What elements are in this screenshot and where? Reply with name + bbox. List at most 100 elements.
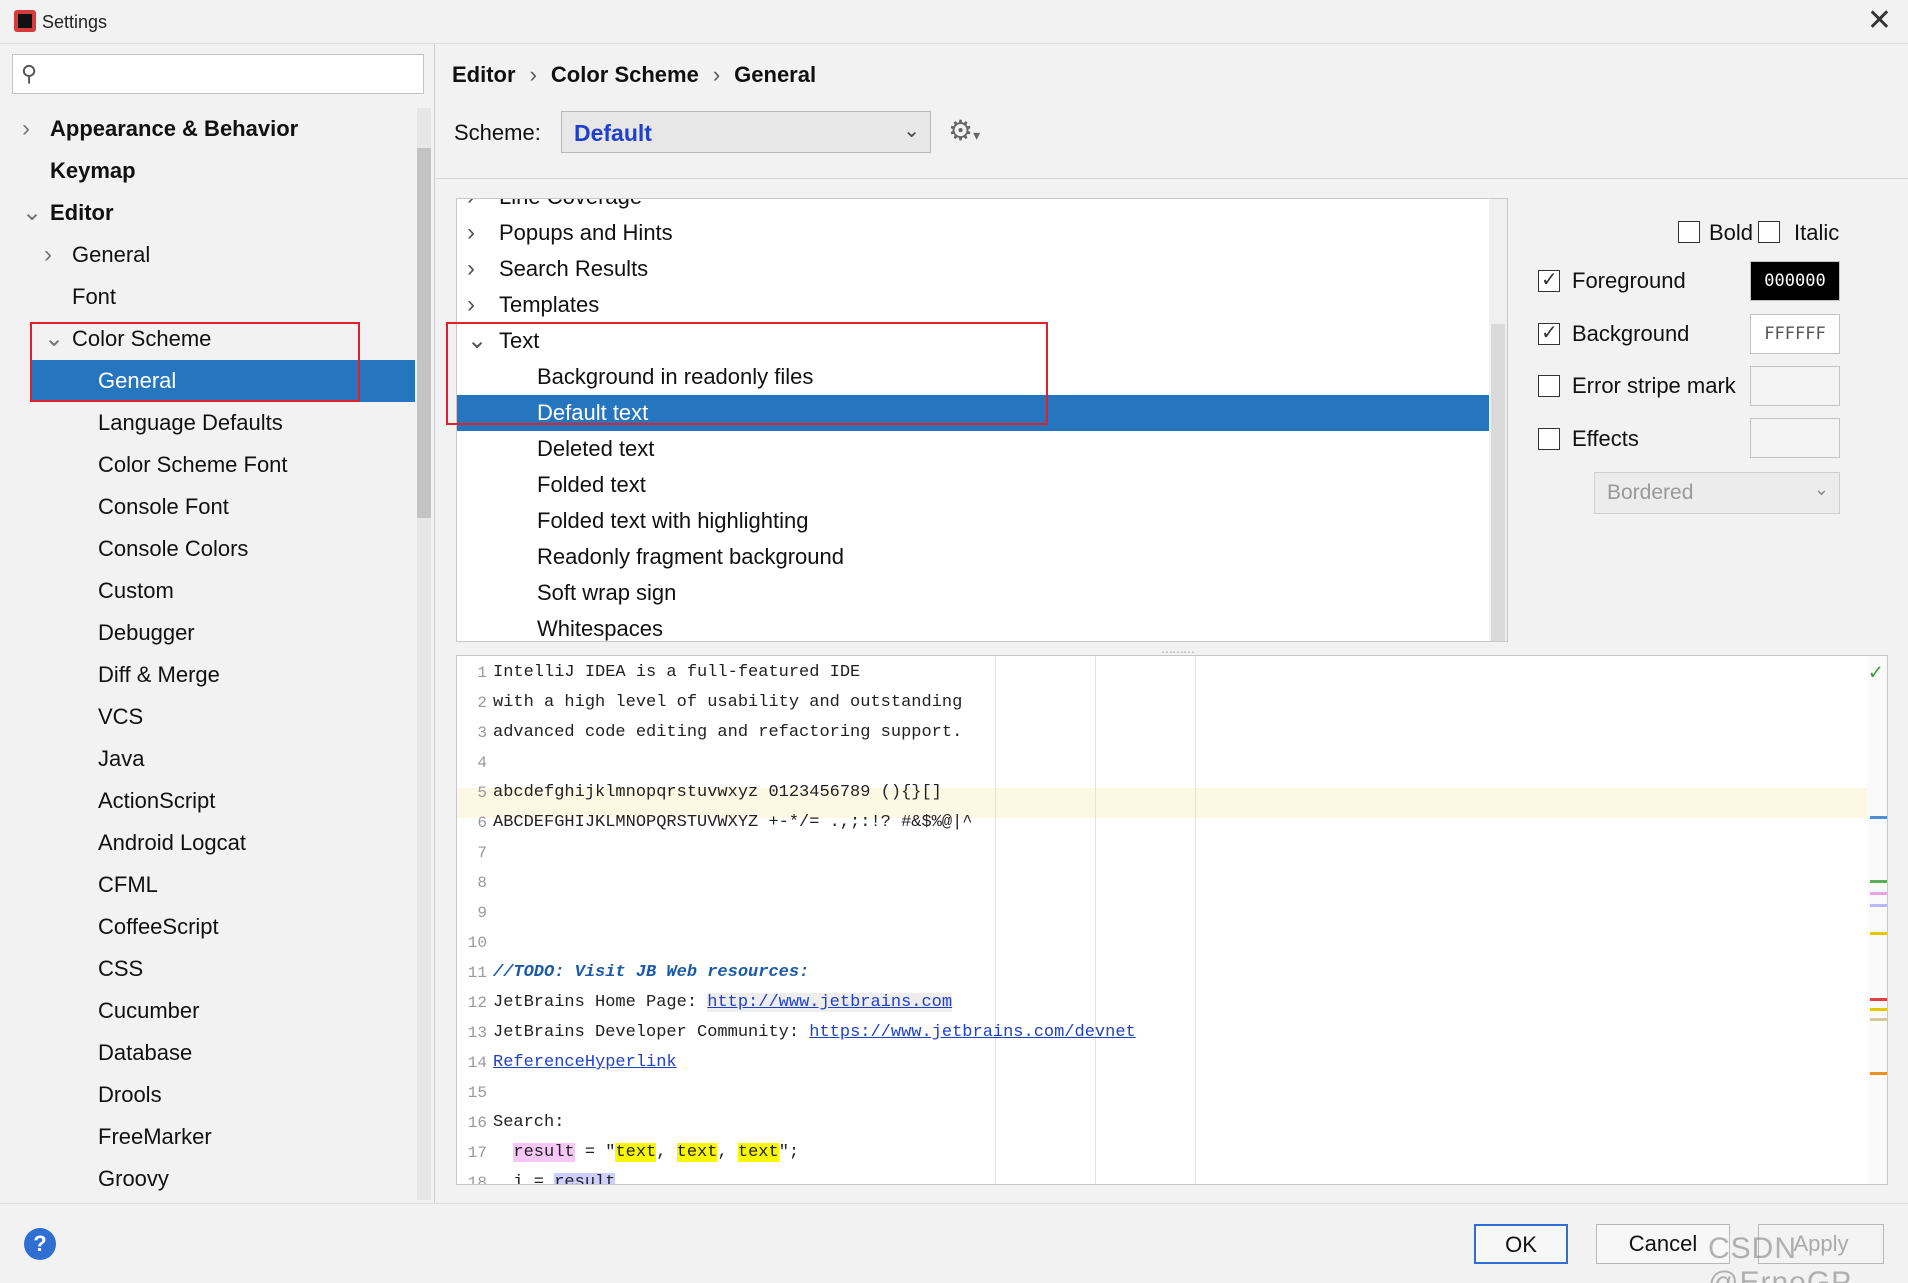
stripe-mark[interactable] <box>1870 998 1887 1001</box>
sidebar-scrollbar-thumb[interactable] <box>417 148 431 518</box>
attribute-item-label: Soft wrap sign <box>537 580 677 605</box>
breadcrumb-editor: Editor <box>452 62 516 87</box>
line-number: 17 <box>467 1144 487 1162</box>
sidebar-item-font[interactable]: Font <box>0 276 415 318</box>
background-color-swatch[interactable]: FFFFFF <box>1750 314 1840 354</box>
sidebar-item-groovy[interactable]: Groovy <box>0 1158 415 1198</box>
line-number: 3 <box>477 724 487 742</box>
sidebar-item-editor[interactable]: ⌄ Editor <box>0 192 415 234</box>
chevron-right-icon[interactable]: › <box>22 108 38 150</box>
chevron-right-icon[interactable]: › <box>467 215 475 251</box>
breadcrumb-color-scheme: Color Scheme <box>550 62 699 87</box>
sidebar-scrollbar[interactable] <box>417 108 431 1200</box>
chevron-right-icon[interactable]: › <box>467 287 475 323</box>
effects-checkbox[interactable] <box>1538 428 1560 450</box>
preview-editor[interactable]: 1 2 3 4 5 6 7 8 9 10 11 12 13 14 15 16 17 18 IntelliJ IDE… <box>456 655 1888 1185</box>
code-line: with a high level of usability and outst… <box>493 693 963 712</box>
sidebar-item-language-defaults[interactable]: Language Defaults <box>0 402 415 444</box>
sidebar-item-appearance-behavior[interactable]: › Appearance & Behavior <box>0 108 415 150</box>
attribute-item-folded-text-with-highlighting[interactable]: Folded text with highlighting <box>457 503 1489 539</box>
sidebar-item-css[interactable]: CSS <box>0 948 415 990</box>
sidebar-item-console-font[interactable]: Console Font <box>0 486 415 528</box>
sidebar-item-general[interactable]: › General <box>0 234 415 276</box>
sidebar-item-console-colors[interactable]: Console Colors <box>0 528 415 570</box>
sidebar-item-vcs[interactable]: VCS <box>0 696 415 738</box>
sidebar-item-custom[interactable]: Custom <box>0 570 415 612</box>
chevron-right-icon[interactable]: › <box>44 234 60 276</box>
sidebar-item-freemarker[interactable]: FreeMarker <box>0 1116 415 1158</box>
chevron-right-icon[interactable]: › <box>467 199 475 215</box>
code-line: ReferenceHyperlink <box>493 1048 677 1078</box>
attribute-item-soft-wrap-sign[interactable]: Soft wrap sign <box>457 575 1489 611</box>
help-icon[interactable]: ? <box>24 1228 56 1260</box>
stripe-mark[interactable] <box>1870 932 1887 935</box>
stripe-mark[interactable] <box>1870 816 1887 819</box>
scheme-value: Default <box>574 120 652 146</box>
gear-icon[interactable]: ⚙▾ <box>948 114 980 147</box>
sidebar-item-label: Android Logcat <box>98 830 246 855</box>
sidebar-item-color-scheme-font[interactable]: Color Scheme Font <box>0 444 415 486</box>
ok-button[interactable]: OK <box>1474 1224 1568 1264</box>
bold-checkbox[interactable] <box>1678 221 1700 243</box>
attribute-item-label: Search Results <box>499 256 649 281</box>
chevron-down-icon[interactable]: ⌄ <box>22 192 42 234</box>
sidebar-item-cfml[interactable]: CFML <box>0 864 415 906</box>
intellij-app-icon <box>14 10 36 32</box>
background-checkbox[interactable] <box>1538 320 1560 345</box>
attribute-item-popups-and-hints[interactable]: › Popups and Hints <box>457 215 1489 251</box>
line-number: 12 <box>467 994 487 1012</box>
stripe-mark[interactable] <box>1870 1018 1887 1021</box>
attribute-item-templates[interactable]: › Templates <box>457 287 1489 323</box>
breadcrumb-separator: › <box>712 62 721 87</box>
line-number: 8 <box>477 874 487 892</box>
attributes-scrollbar-thumb[interactable] <box>1491 324 1505 641</box>
reference-hyperlink[interactable]: ReferenceHyperlink <box>493 1053 677 1072</box>
sidebar-item-diff-merge[interactable]: Diff & Merge <box>0 654 415 696</box>
error-stripe-color-swatch[interactable] <box>1750 366 1840 406</box>
attribute-item-deleted-text[interactable]: Deleted text <box>457 431 1489 467</box>
attributes-scrollbar[interactable] <box>1489 199 1507 641</box>
stripe-mark[interactable] <box>1870 892 1887 895</box>
scheme-dropdown[interactable]: Default ⌄ <box>561 111 931 153</box>
effects-color-swatch[interactable] <box>1750 418 1840 458</box>
sidebar-item-debugger[interactable]: Debugger <box>0 612 415 654</box>
attribute-item-readonly-fragment-background[interactable]: Readonly fragment background <box>457 539 1489 575</box>
attribute-item-search-results[interactable]: › Search Results <box>457 251 1489 287</box>
stripe-mark[interactable] <box>1870 904 1887 907</box>
sidebar-item-android-logcat[interactable]: Android Logcat <box>0 822 415 864</box>
foreground-color-swatch[interactable]: 000000 <box>1750 261 1840 301</box>
code-line: JetBrains Developer Community: https://w… <box>493 1018 1136 1048</box>
attribute-item-line-coverage[interactable]: › Line Coverage <box>457 199 1489 215</box>
dialog-button-bar: ? OK Cancel Apply CSDN @ErnoGP <box>0 1203 1908 1283</box>
attribute-item-folded-text[interactable]: Folded text <box>457 467 1489 503</box>
error-stripe[interactable]: ✓ <box>1867 656 1887 1184</box>
sidebar-item-label: Cucumber <box>98 998 200 1023</box>
settings-search-input[interactable]: ⚲ <box>12 54 424 94</box>
close-icon[interactable]: ✕ <box>1867 6 1892 36</box>
stripe-mark[interactable] <box>1870 880 1887 883</box>
hyperlink[interactable]: http://www.jetbrains.com <box>707 993 953 1012</box>
sidebar-item-keymap[interactable]: Keymap <box>0 150 415 192</box>
italic-checkbox[interactable] <box>1758 221 1780 243</box>
foreground-checkbox[interactable] <box>1538 267 1560 292</box>
search-icon: ⚲ <box>21 61 38 86</box>
sidebar-item-coffeescript[interactable]: CoffeeScript <box>0 906 415 948</box>
breadcrumb-separator: › <box>529 62 537 87</box>
effects-label: Effects <box>1572 426 1639 451</box>
sidebar-item-database[interactable]: Database <box>0 1032 415 1074</box>
sidebar-item-label: VCS <box>98 704 144 729</box>
stripe-mark[interactable] <box>1870 1072 1887 1075</box>
chevron-right-icon[interactable]: › <box>467 251 475 287</box>
sidebar-item-cucumber[interactable]: Cucumber <box>0 990 415 1032</box>
stripe-mark[interactable] <box>1870 1008 1887 1011</box>
attribute-item-whitespaces[interactable]: Whitespaces <box>457 611 1489 641</box>
code-line: ABCDEFGHIJKLMNOPQRSTUVWXYZ +-*/= .,;:!? … <box>493 813 973 832</box>
attribute-item-label: Templates <box>499 292 600 317</box>
hyperlink[interactable]: https://www.jetbrains.com/devnet <box>809 1023 1135 1042</box>
error-stripe-checkbox[interactable] <box>1538 375 1560 397</box>
sidebar-item-java[interactable]: Java <box>0 738 415 780</box>
effects-type-dropdown[interactable]: Bordered ⌄ <box>1594 472 1840 514</box>
sidebar-item-actionscript[interactable]: ActionScript <box>0 780 415 822</box>
sidebar-item-drools[interactable]: Drools <box>0 1074 415 1116</box>
title-bar: Settings ✕ <box>0 0 1908 44</box>
